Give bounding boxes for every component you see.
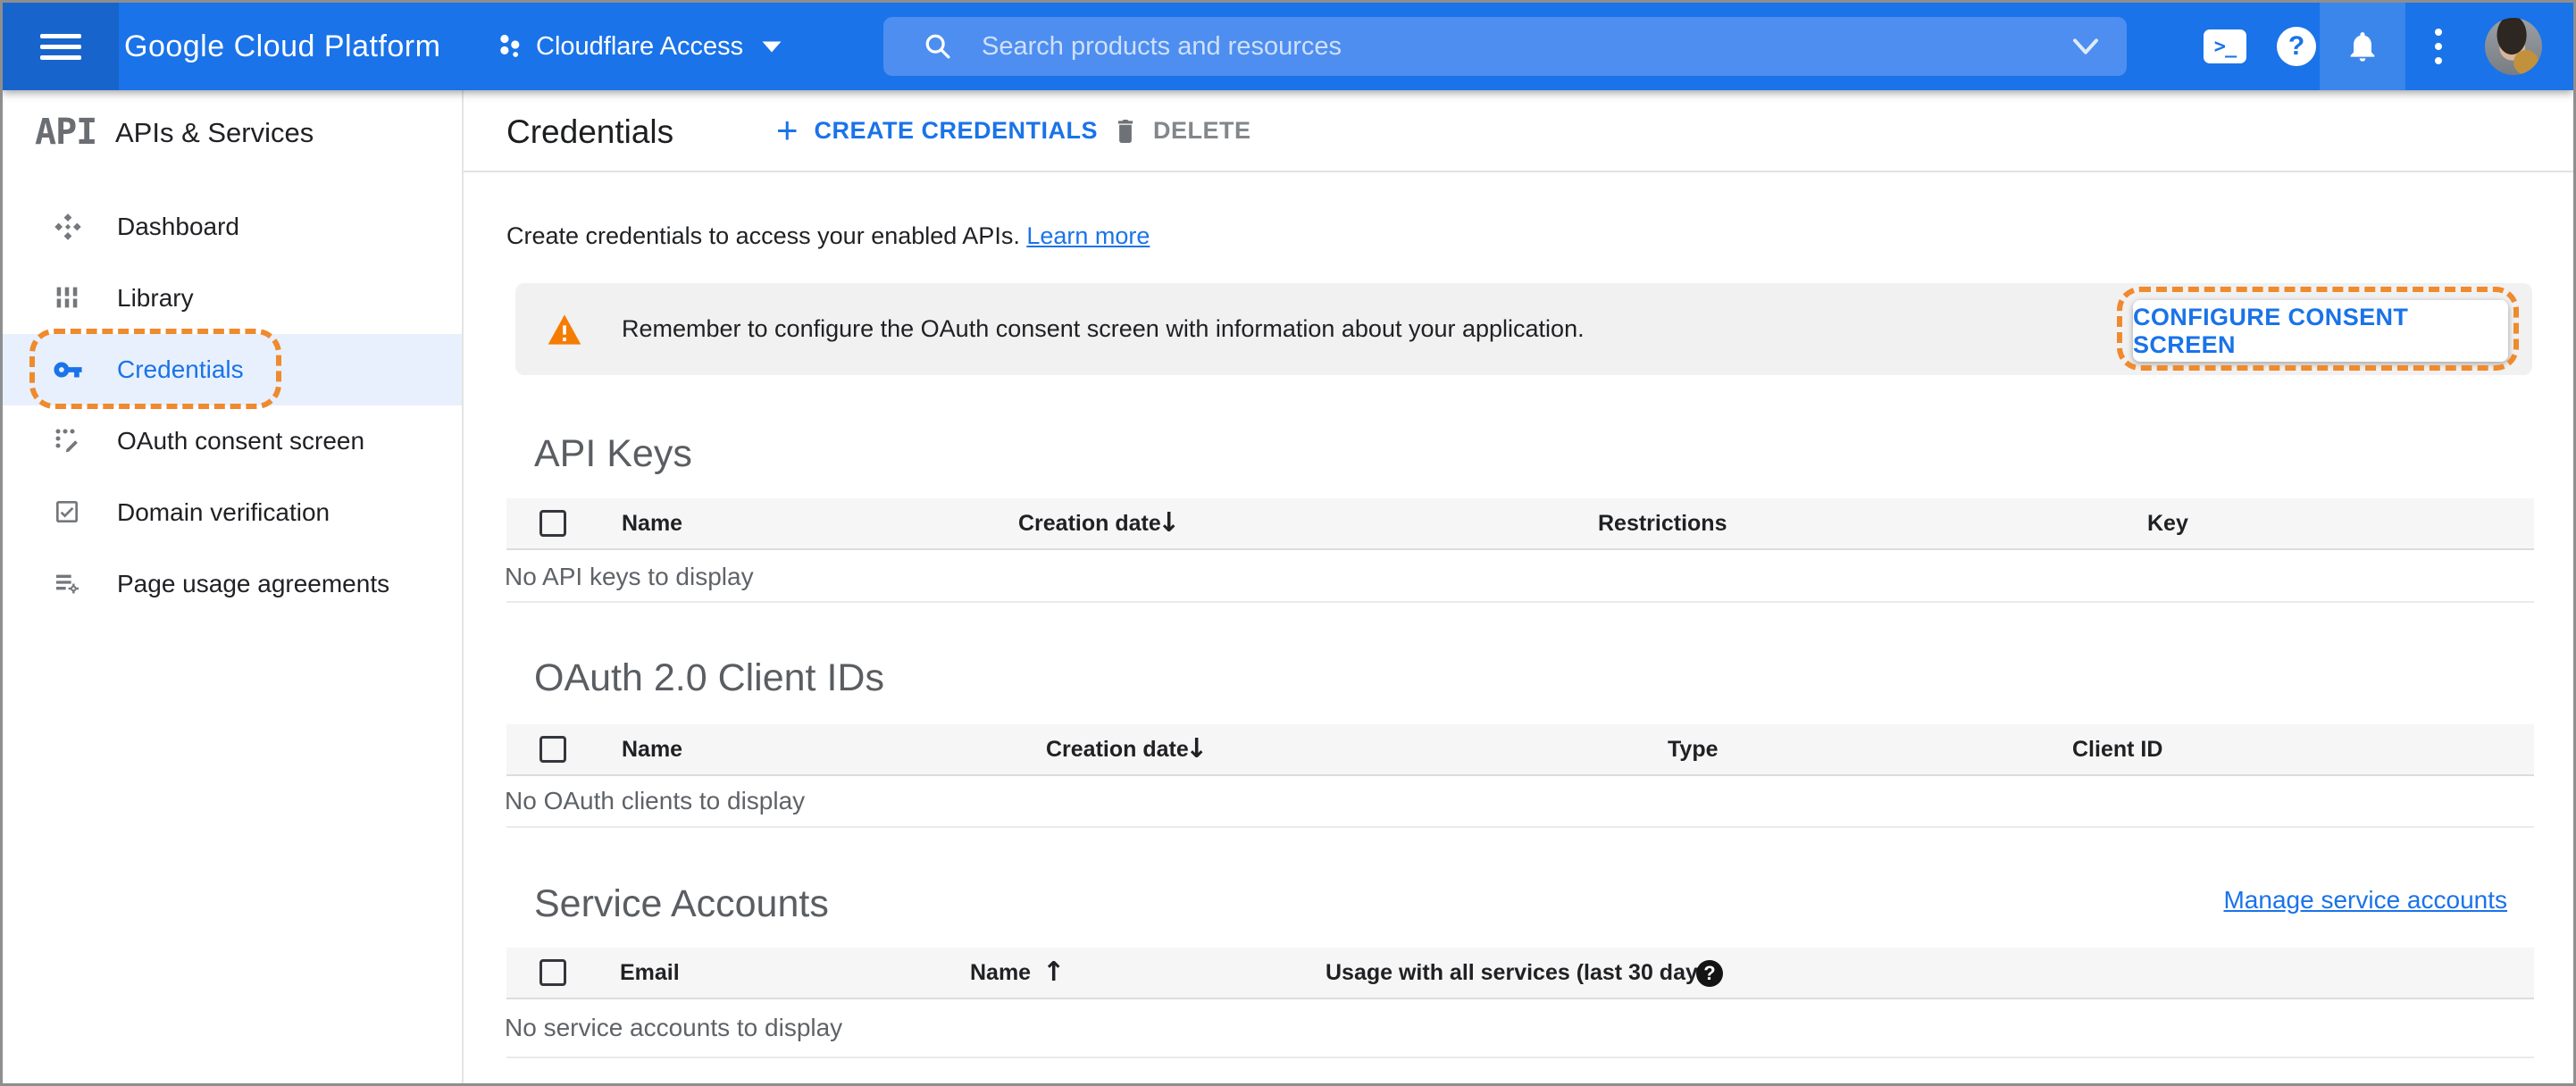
hamburger-icon	[40, 28, 81, 66]
usage-help-icon[interactable]: ?	[1696, 960, 1723, 987]
table-divider	[506, 826, 2534, 828]
oauth-clients-table-header: Name Creation date ↓ Type Client ID	[506, 724, 2534, 776]
sidebar-item-oauth-consent-screen[interactable]: OAuth consent screen	[3, 405, 462, 477]
oauth-clients-section-title: OAuth 2.0 Client IDs	[534, 656, 884, 699]
table-divider	[506, 601, 2534, 603]
sidebar-item-dashboard[interactable]: Dashboard	[3, 191, 462, 263]
search-icon	[923, 31, 953, 62]
column-header-email: Email	[620, 960, 680, 985]
configure-consent-screen-button[interactable]: CONFIGURE CONSENT SCREEN	[2133, 300, 2508, 362]
brand-logo[interactable]: Google Cloud Platform	[124, 3, 440, 90]
project-name: Cloudflare Access	[536, 31, 744, 61]
select-all-checkbox[interactable]	[539, 736, 566, 763]
notifications-button[interactable]	[2320, 3, 2405, 90]
trash-icon	[1112, 115, 1139, 146]
oauth-clients-empty-state: No OAuth clients to display	[505, 787, 806, 814]
main-content: Credentials + CREATE CREDENTIALS DELETE …	[465, 90, 2573, 1083]
column-header-creation-date[interactable]: Creation date	[1046, 724, 1189, 774]
sidebar-item-label: Dashboard	[117, 213, 239, 240]
gcp-console-window: Google Cloud Platform Cloudflare Access	[0, 0, 2576, 1086]
cloud-shell-icon[interactable]: >_	[2204, 29, 2246, 63]
list-gear-icon	[53, 569, 83, 599]
user-avatar[interactable]	[2485, 18, 2542, 75]
checkbox-check-icon	[53, 497, 83, 528]
plus-icon: +	[776, 109, 799, 151]
api-logo: API	[35, 112, 97, 153]
sidebar-item-label: OAuth consent screen	[117, 427, 365, 455]
api-keys-table-header: Name Creation date ↓ Restrictions Key	[506, 498, 2534, 550]
column-header-usage: Usage with all services (last 30 days)	[1326, 960, 1719, 985]
create-credentials-button[interactable]: + CREATE CREDENTIALS	[776, 90, 1098, 171]
sidebar: API APIs & Services Dashboard Library Cr…	[3, 90, 464, 1083]
more-options-icon[interactable]	[2435, 3, 2442, 90]
column-header-name: Name	[622, 737, 683, 762]
service-accounts-empty-state: No service accounts to display	[505, 1014, 843, 1041]
sort-descending-icon[interactable]: ↓	[1158, 498, 1180, 548]
sort-ascending-icon[interactable]: ↑	[1042, 948, 1065, 998]
api-keys-section-title: API Keys	[534, 432, 692, 475]
column-header-name: Name	[622, 511, 683, 536]
help-icon[interactable]: ?	[2277, 27, 2316, 66]
column-header-type: Type	[1668, 737, 1719, 762]
key-icon	[53, 355, 83, 385]
consent-screen-icon	[53, 426, 83, 456]
search-input[interactable]	[980, 30, 2057, 63]
library-icon	[53, 283, 83, 313]
sidebar-item-label: Library	[117, 284, 194, 312]
project-switcher[interactable]: Cloudflare Access	[495, 3, 782, 90]
page-title: Credentials	[506, 113, 674, 150]
sidebar-item-label: Page usage agreements	[117, 570, 390, 597]
search-bar[interactable]	[883, 17, 2127, 76]
sidebar-item-page-usage-agreements[interactable]: Page usage agreements	[3, 548, 462, 620]
warning-icon	[547, 313, 582, 347]
project-icon	[495, 31, 523, 62]
select-all-checkbox[interactable]	[539, 510, 566, 537]
intro-text: Create credentials to access your enable…	[506, 222, 1150, 249]
bell-icon	[2345, 28, 2380, 65]
top-navigation-bar: Google Cloud Platform Cloudflare Access	[3, 3, 2573, 90]
column-header-name[interactable]: Name	[970, 948, 1031, 998]
column-header-restrictions: Restrictions	[1598, 511, 1727, 536]
service-accounts-table-header: Email Name ↑ Usage with all services (la…	[506, 948, 2534, 999]
manage-service-accounts: Manage service accounts	[506, 886, 2507, 915]
sidebar-item-label: Domain verification	[117, 498, 330, 526]
sidebar-item-credentials[interactable]: Credentials	[3, 334, 462, 405]
banner-message: Remember to configure the OAuth consent …	[622, 315, 1585, 342]
table-divider	[506, 1057, 2534, 1058]
column-header-client-id: Client ID	[2072, 737, 2163, 762]
dashboard-icon	[53, 212, 83, 242]
sort-descending-icon[interactable]: ↓	[1185, 724, 1208, 774]
select-all-checkbox[interactable]	[539, 959, 566, 986]
column-header-key: Key	[2147, 511, 2188, 536]
column-header-creation-date[interactable]: Creation date	[1018, 498, 1161, 548]
manage-service-accounts-link[interactable]: Manage service accounts	[2223, 886, 2507, 914]
main-menu-button[interactable]	[3, 3, 119, 90]
sidebar-item-library[interactable]: Library	[3, 263, 462, 334]
learn-more-link[interactable]: Learn more	[1026, 222, 1150, 249]
chevron-down-icon	[761, 40, 782, 54]
sidebar-item-domain-verification[interactable]: Domain verification	[3, 477, 462, 548]
sidebar-section-title: APIs & Services	[115, 117, 314, 148]
api-keys-empty-state: No API keys to display	[505, 563, 754, 590]
search-chevron-down-icon[interactable]	[2071, 38, 2100, 55]
sidebar-item-label: Credentials	[117, 355, 244, 383]
delete-button[interactable]: DELETE	[1112, 90, 1251, 171]
